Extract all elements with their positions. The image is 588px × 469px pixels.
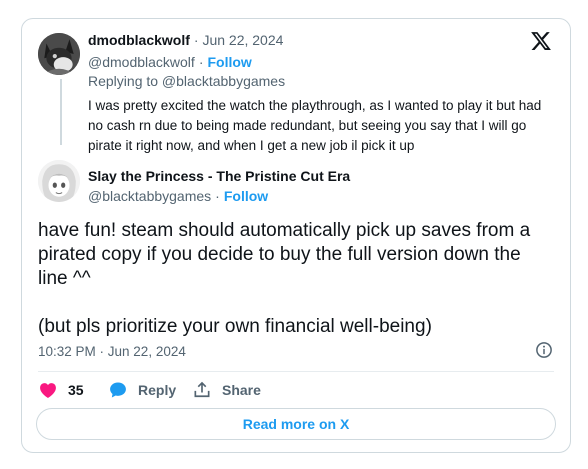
read-more-button[interactable]: Read more on X	[36, 408, 556, 440]
reply-author-name[interactable]: dmodblackwolf	[88, 32, 190, 48]
share-label: Share	[222, 382, 261, 398]
follow-button[interactable]: Follow	[207, 54, 251, 70]
avatar-blacktabbygames[interactable]	[38, 160, 80, 202]
avatar-dmodblackwolf[interactable]	[38, 33, 80, 75]
share-button[interactable]: Share	[192, 380, 261, 400]
reply-date[interactable]: · Jun 22, 2024	[194, 32, 284, 48]
reply-tweet-text: I was pretty excited the watch the playt…	[88, 98, 542, 153]
separator-dot: ·	[198, 54, 204, 70]
like-button[interactable]: 35	[38, 380, 84, 400]
reply-label: Reply	[138, 382, 177, 398]
tweet-timestamp[interactable]: 10:32 PM · Jun 22, 2024	[38, 344, 186, 359]
divider	[38, 371, 554, 372]
like-count: 35	[68, 382, 84, 398]
reply-author-handle[interactable]: @dmodblackwolf	[88, 54, 195, 70]
main-tweet-text: have fun! steam should automatically pic…	[38, 220, 531, 337]
main-author-name[interactable]: Slay the Princess - The Pristine Cut Era	[88, 168, 350, 184]
replying-to-label[interactable]: Replying to @blacktabbygames	[88, 73, 285, 89]
separator-dot: ·	[215, 188, 220, 204]
reply-bubble-icon	[110, 382, 126, 398]
info-icon[interactable]	[535, 341, 553, 359]
reply-button[interactable]: Reply	[108, 380, 176, 400]
thread-connector-line	[60, 79, 62, 145]
embedded-tweet-card: dmodblackwolf · Jun 22, 2024 @dmodblackw…	[21, 18, 571, 453]
heart-icon	[40, 383, 56, 398]
share-icon	[194, 381, 210, 398]
follow-button[interactable]: Follow	[224, 188, 268, 204]
x-logo-icon[interactable]	[530, 30, 552, 52]
main-author-handle[interactable]: @blacktabbygames	[88, 188, 211, 204]
